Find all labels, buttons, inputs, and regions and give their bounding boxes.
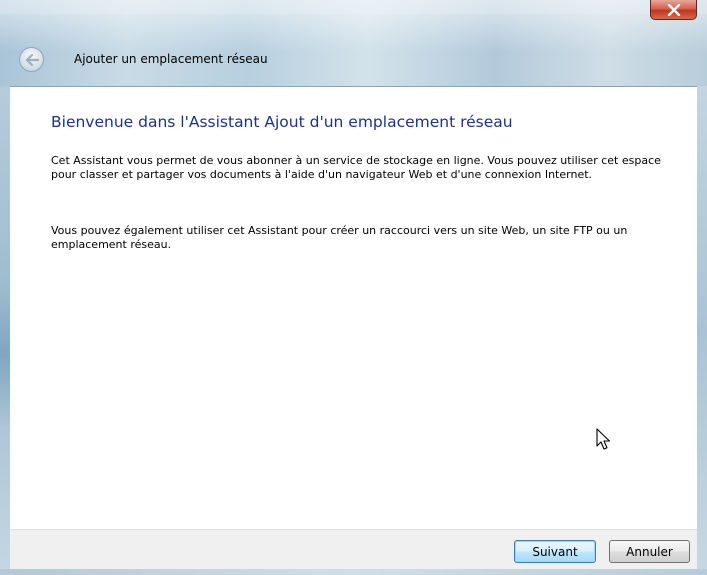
window-frame-bottom xyxy=(0,569,707,575)
window-frame-right xyxy=(697,86,707,575)
next-button[interactable]: Suivant xyxy=(514,540,596,563)
intro-paragraph: Cet Assistant vous permet de vous abonne… xyxy=(51,154,661,181)
cancel-button[interactable]: Annuler xyxy=(609,540,690,563)
close-icon xyxy=(667,3,680,16)
back-button[interactable] xyxy=(19,47,44,72)
wizard-title: Ajouter un emplacement réseau xyxy=(74,52,268,66)
wizard-window: Ajouter un emplacement réseau Bienvenue … xyxy=(0,0,707,575)
info-paragraph: Vous pouvez également utiliser cet Assis… xyxy=(51,224,628,251)
page-heading: Bienvenue dans l'Assistant Ajout d'un em… xyxy=(51,113,513,131)
back-arrow-icon xyxy=(25,53,39,66)
title-bar-shade xyxy=(0,0,707,14)
window-frame-left xyxy=(0,86,10,575)
wizard-content xyxy=(10,86,697,529)
close-button[interactable] xyxy=(650,0,697,20)
mouse-pointer-icon xyxy=(596,428,611,450)
